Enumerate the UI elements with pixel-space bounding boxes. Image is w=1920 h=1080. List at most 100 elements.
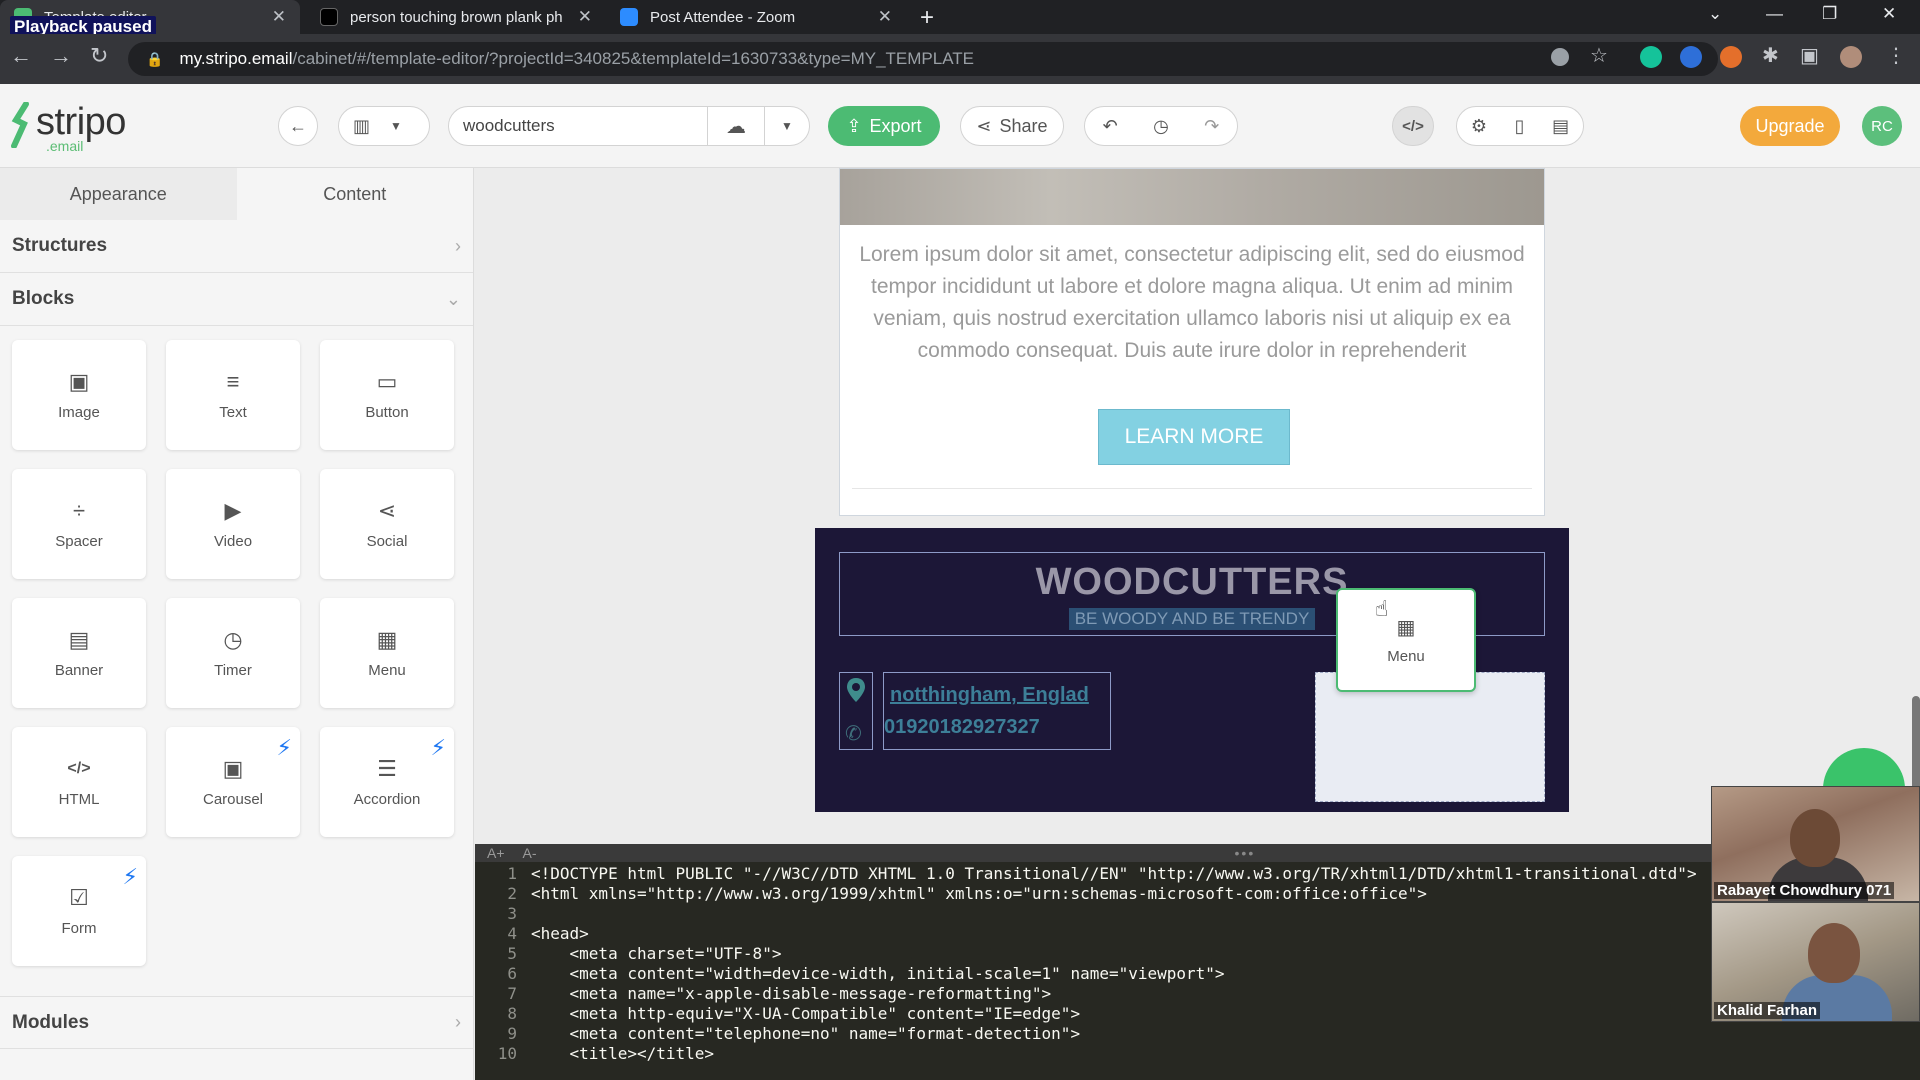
left-panel: Appearance Content Structures › Blocks ⌄… — [0, 168, 474, 1080]
cloud-upload-icon[interactable]: ☁ — [708, 114, 764, 139]
reload-icon[interactable]: ↻ — [90, 43, 108, 69]
side-panel-icon[interactable]: ▣ — [1800, 43, 1819, 68]
export-icon: ⇪ — [846, 115, 862, 136]
block-label: Video — [213, 532, 253, 550]
amp-bolt-icon: ⚡ — [276, 735, 292, 760]
block-menu[interactable]: ▦ Menu — [320, 598, 454, 708]
spacer-icon: ÷ — [72, 497, 86, 523]
tab-content[interactable]: Content — [236, 168, 473, 220]
unsplash-favicon — [320, 8, 338, 26]
font-decrease-button[interactable]: A- — [523, 845, 537, 861]
block-label: Carousel — [202, 790, 264, 808]
lorem-text[interactable]: Lorem ipsum dolor sit amet, consectetur … — [840, 225, 1544, 367]
code-editor[interactable]: A+ A- ••• 1 <!DOCTYPE html PUBLIC "-//W3C… — [475, 844, 1920, 1080]
layout-toggle-button[interactable]: ▥ ▼ — [338, 106, 430, 146]
block-accordion[interactable]: ⚡ ☰ Accordion — [320, 727, 454, 837]
tab-zoom[interactable]: Post Attendee - Zoom ✕ — [606, 0, 906, 34]
share-button[interactable]: ⋖ Share — [960, 106, 1064, 146]
block-social[interactable]: ⋖ Social — [320, 469, 454, 579]
modules-section[interactable]: Modules › — [0, 996, 473, 1049]
history-icon[interactable]: ◷ — [1153, 116, 1169, 137]
button-icon: ▭ — [376, 368, 398, 394]
back-arrow-icon[interactable]: ← — [10, 43, 32, 69]
close-icon[interactable]: ✕ — [878, 7, 892, 27]
grammarly-extension-icon[interactable] — [1640, 46, 1662, 68]
close-window-button[interactable]: ✕ — [1882, 4, 1896, 24]
block-video[interactable]: ▶ Video — [166, 469, 300, 579]
block-timer[interactable]: ◷ Timer — [166, 598, 300, 708]
close-icon[interactable]: ✕ — [272, 7, 286, 27]
back-button[interactable]: ← — [278, 106, 318, 146]
minimize-button[interactable]: — — [1766, 4, 1783, 24]
gear-icon[interactable]: ⚙ — [1471, 116, 1487, 137]
code-line: 1 <!DOCTYPE html PUBLIC "-//W3C//DTD XHTM… — [507, 864, 1697, 883]
code-lines[interactable]: 1 <!DOCTYPE html PUBLIC "-//W3C//DTD XHTM… — [475, 862, 1920, 1064]
export-button[interactable]: ⇪ Export — [828, 106, 940, 146]
learn-more-button[interactable]: LEARN MORE — [1098, 409, 1290, 465]
extension-icon[interactable] — [1720, 46, 1742, 68]
block-button[interactable]: ▭ Button — [320, 340, 454, 450]
panel-tabs: Appearance Content — [0, 168, 473, 220]
content-card[interactable]: Lorem ipsum dolor sit amet, consectetur … — [839, 168, 1545, 516]
extensions-puzzle-icon[interactable]: ✱ — [1762, 43, 1779, 68]
extension-icon[interactable] — [1680, 46, 1702, 68]
block-image[interactable]: ▣ Image — [12, 340, 146, 450]
participant-name: Rabayet Chowdhury 071 — [1714, 882, 1895, 899]
blocks-section[interactable]: Blocks ⌄ — [0, 273, 473, 326]
tab-title: Post Attendee - Zoom — [650, 8, 796, 26]
text-icon: ≡ — [226, 368, 240, 394]
contact-icons-block[interactable]: ✆ — [839, 672, 873, 750]
url-field[interactable]: 🔒 my.stripo.email /cabinet/#/template-ed… — [128, 42, 1718, 76]
resize-handle[interactable]: ••• — [1235, 845, 1256, 861]
close-icon[interactable]: ✕ — [578, 7, 592, 27]
block-text[interactable]: ≡ Text — [166, 340, 300, 450]
clipboard-icon[interactable]: ▤ — [1552, 116, 1569, 137]
undo-icon[interactable]: ↶ — [1103, 116, 1118, 137]
block-label: Banner — [54, 661, 104, 679]
block-label: HTML — [58, 790, 100, 808]
block-label: Image — [58, 403, 100, 421]
history-button-group: ↶ ◷ ↷ — [1084, 106, 1238, 146]
code-line: 10 <title></title> — [497, 1044, 715, 1063]
chevron-down-icon[interactable]: ▼ — [765, 119, 809, 133]
user-avatar[interactable]: RC — [1862, 106, 1902, 146]
lock-icon: 🔒 — [146, 50, 164, 67]
menu-icon: ▦ — [1396, 617, 1416, 639]
redo-icon[interactable]: ↷ — [1204, 116, 1219, 137]
dragged-menu-block[interactable]: ▦ Menu — [1336, 588, 1476, 692]
upgrade-button[interactable]: Upgrade — [1740, 106, 1840, 146]
address-bar-row: ← → ↻ 🔒 my.stripo.email /cabinet/#/templ… — [0, 34, 1920, 84]
tab-photo[interactable]: person touching brown plank ph ✕ — [306, 0, 606, 34]
code-editor-toggle[interactable]: </> — [1392, 106, 1434, 146]
share-page-icon[interactable] — [1551, 48, 1569, 66]
stripo-logo[interactable]: stripo .email — [10, 102, 126, 154]
contact-text-block[interactable]: notthingham, Englad 01920182927327 — [883, 672, 1111, 750]
profile-avatar[interactable] — [1840, 46, 1862, 68]
more-menu-icon[interactable]: ⋮ — [1886, 43, 1906, 68]
url-path: /cabinet/#/template-editor/?projectId=34… — [292, 49, 975, 68]
block-form[interactable]: ⚡ ☑ Form — [12, 856, 146, 966]
block-html[interactable]: </> HTML — [12, 727, 146, 837]
block-carousel[interactable]: ⚡ ▣ Carousel — [166, 727, 300, 837]
forward-arrow-icon[interactable]: → — [50, 43, 72, 69]
tab-search-icon[interactable]: ⌄ — [1708, 4, 1722, 24]
section-title: Blocks — [12, 288, 75, 309]
block-label: Form — [61, 919, 97, 937]
device-preview-icon[interactable]: ▯ — [1515, 116, 1525, 137]
tab-appearance[interactable]: Appearance — [0, 168, 237, 220]
template-name-field[interactable]: woodcutters ☁ ▼ — [448, 106, 810, 146]
block-label: Menu — [1387, 648, 1425, 665]
font-increase-button[interactable]: A+ — [487, 845, 505, 861]
image-icon: ▣ — [68, 368, 90, 394]
new-tab-button[interactable]: + — [920, 4, 934, 32]
structures-section[interactable]: Structures › — [0, 220, 473, 273]
video-tile-participant-2[interactable]: Khalid Farhan — [1711, 902, 1920, 1022]
logo-subtext: .email — [46, 138, 84, 154]
video-tile-participant-1[interactable]: Rabayet Chowdhury 071 — [1711, 786, 1920, 902]
block-spacer[interactable]: ÷ Spacer — [12, 469, 146, 579]
block-banner[interactable]: ▤ Banner — [12, 598, 146, 708]
bookmark-star-icon[interactable]: ☆ — [1590, 43, 1608, 68]
restore-button[interactable]: ❐ — [1822, 4, 1837, 24]
chevron-down-icon: ▼ — [390, 119, 402, 133]
wood-photo-image[interactable] — [840, 169, 1544, 225]
